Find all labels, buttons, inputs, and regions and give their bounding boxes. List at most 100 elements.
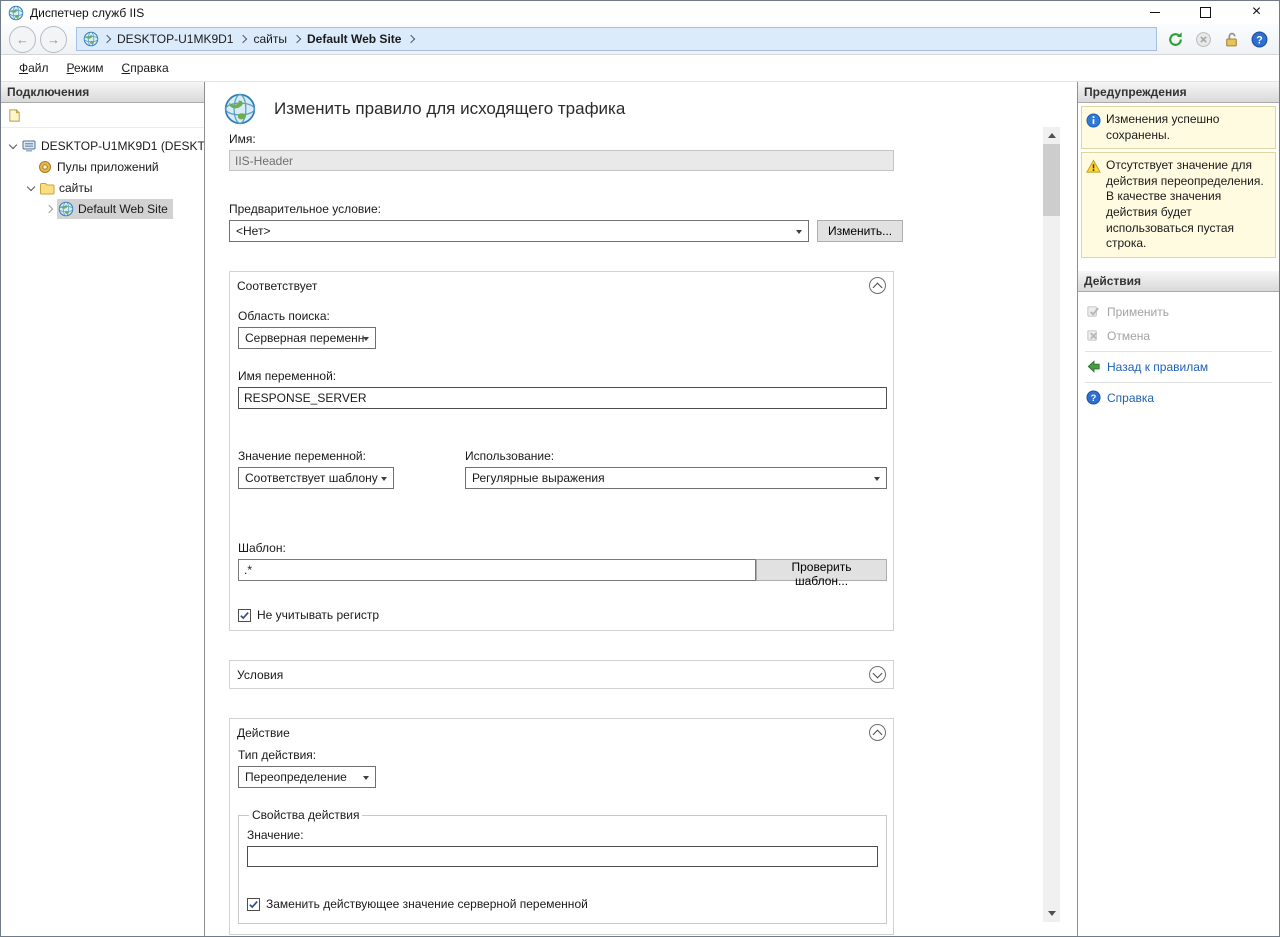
usage-value: Регулярные выражения [472,471,605,485]
actions-list: Применить Отмена Назад к правилам ? Спра… [1078,292,1279,410]
apply-label: Применить [1107,305,1169,319]
expand-section-button[interactable] [869,666,886,683]
action-section: Действие Тип действия: Переопределение С… [229,718,894,935]
back-button[interactable]: ← [9,26,36,53]
chevron-down-icon [363,776,369,780]
breadcrumb-separator-icon [103,35,111,43]
content-area: Подключения DESKTOP-U1MK9D1 (DESKTOP [1,82,1279,936]
menu-bar: Файл Режим Справка [1,55,1279,82]
main-scrollbar[interactable] [1043,127,1060,922]
back-to-rules-label: Назад к правилам [1107,360,1208,374]
breadcrumb-item-server[interactable]: DESKTOP-U1MK9D1 [113,32,237,46]
svg-text:?: ? [1256,34,1262,46]
triangle-down-icon [1048,911,1056,916]
help-icon[interactable]: ? [1250,30,1269,49]
stop-icon[interactable] [1194,30,1213,49]
collapse-section-button[interactable] [869,724,886,741]
action-section-header: Действие [230,719,893,746]
apply-button[interactable]: Применить [1082,300,1275,324]
action-type-label: Тип действия: [238,748,887,762]
expander-icon[interactable] [41,206,57,212]
back-to-rules-link[interactable]: Назад к правилам [1082,355,1275,379]
forward-button[interactable]: → [40,26,67,53]
help-link[interactable]: ? Справка [1082,386,1275,410]
scope-label: Область поиска: [238,309,887,323]
back-arrow-icon [1086,359,1101,374]
unlock-icon[interactable] [1222,30,1241,49]
action-value-input[interactable] [247,846,878,867]
collapse-section-button[interactable] [869,277,886,294]
checkmark-icon [248,899,259,910]
scroll-down-button[interactable] [1043,905,1060,922]
tree-item-sites[interactable]: сайты [1,177,204,198]
address-bar-tools: ? [1166,30,1271,49]
page-title: Изменить правило для исходящего трафика [274,99,625,119]
expander-icon[interactable] [5,144,21,148]
globe-icon [83,31,99,47]
scroll-up-button[interactable] [1043,127,1060,144]
maximize-button[interactable] [1183,1,1228,24]
expander-icon[interactable] [23,186,39,190]
warning-alert: Отсутствует значение для действия переоп… [1081,152,1276,258]
chevron-down-icon [381,477,387,481]
check-pattern-button[interactable]: Проверить шаблон... [756,559,887,581]
actions-separator [1085,382,1272,383]
name-input[interactable] [229,150,894,171]
actions-separator [1085,351,1272,352]
breadcrumb-item-sites[interactable]: сайты [249,32,291,46]
info-alert: Изменения успешно сохранены. [1081,106,1276,149]
chevron-up-icon [873,282,883,292]
chevron-down-icon [796,230,802,234]
action-properties-legend: Свойства действия [249,808,362,822]
chevron-down-icon [363,337,369,341]
create-connection-icon[interactable] [5,106,23,124]
conditions-section-title: Условия [237,668,283,682]
variable-name-input[interactable] [238,387,887,409]
app-pools-icon [37,159,53,175]
menu-file[interactable]: Файл [10,57,58,79]
site-globe-icon [58,201,74,217]
pattern-input[interactable] [238,559,756,581]
connections-panel: Подключения DESKTOP-U1MK9D1 (DESKTOP [1,82,205,936]
edit-precondition-button[interactable]: Изменить... [817,220,903,242]
selected-tree-item[interactable]: Default Web Site [57,199,173,219]
iis-manager-window: Диспетчер служб IIS × ← → DESKTOP-U1MK9D… [0,0,1280,937]
page-header: Изменить правило для исходящего трафика [205,82,1077,128]
match-section: Соответствует Область поиска: Серверная … [229,271,894,631]
menu-help[interactable]: Справка [113,57,178,79]
chevron-down-icon [874,477,880,481]
action-properties-group: Свойства действия Значение: Заменить дей… [238,808,887,924]
precondition-value: <Нет> [236,224,270,238]
precondition-select[interactable]: <Нет> [229,220,809,242]
checkmark-icon [239,610,250,621]
menu-view[interactable]: Режим [58,57,113,79]
variable-value-select[interactable]: Соответствует шаблону [238,467,394,489]
breadcrumb[interactable]: DESKTOP-U1MK9D1 сайты Default Web Site [76,27,1157,51]
actions-header: Действия [1078,271,1279,292]
action-section-title: Действие [237,726,290,740]
chevron-up-icon [873,729,883,739]
info-icon [1086,113,1101,128]
conditions-section: Условия [229,660,894,689]
action-value-label: Значение: [247,828,878,842]
restart-icon[interactable] [1166,30,1185,49]
tree-item-default-web-site[interactable]: Default Web Site [1,198,204,219]
close-button[interactable]: × [1234,1,1279,24]
scope-value: Серверная переменн [245,331,364,345]
address-bar: ← → DESKTOP-U1MK9D1 сайты Default Web Si… [1,24,1279,55]
replace-value-checkbox[interactable] [247,898,260,911]
rule-form: Имя: Предварительное условие: <Нет> Изме… [229,132,894,935]
scope-select[interactable]: Серверная переменн [238,327,376,349]
minimize-button[interactable] [1132,1,1177,24]
breadcrumb-item-default-web-site[interactable]: Default Web Site [303,32,405,46]
ignore-case-checkbox[interactable] [238,609,251,622]
iis-logo-icon [8,5,24,21]
tree-item-app-pools[interactable]: Пулы приложений [1,156,204,177]
usage-select[interactable]: Регулярные выражения [465,467,887,489]
cancel-button[interactable]: Отмена [1082,324,1275,348]
scrollbar-thumb[interactable] [1043,144,1060,216]
tree-item-label: сайты [59,181,93,195]
action-type-select[interactable]: Переопределение [238,766,376,788]
match-section-title: Соответствует [237,279,317,293]
tree-item-server[interactable]: DESKTOP-U1MK9D1 (DESKTOP [1,135,204,156]
